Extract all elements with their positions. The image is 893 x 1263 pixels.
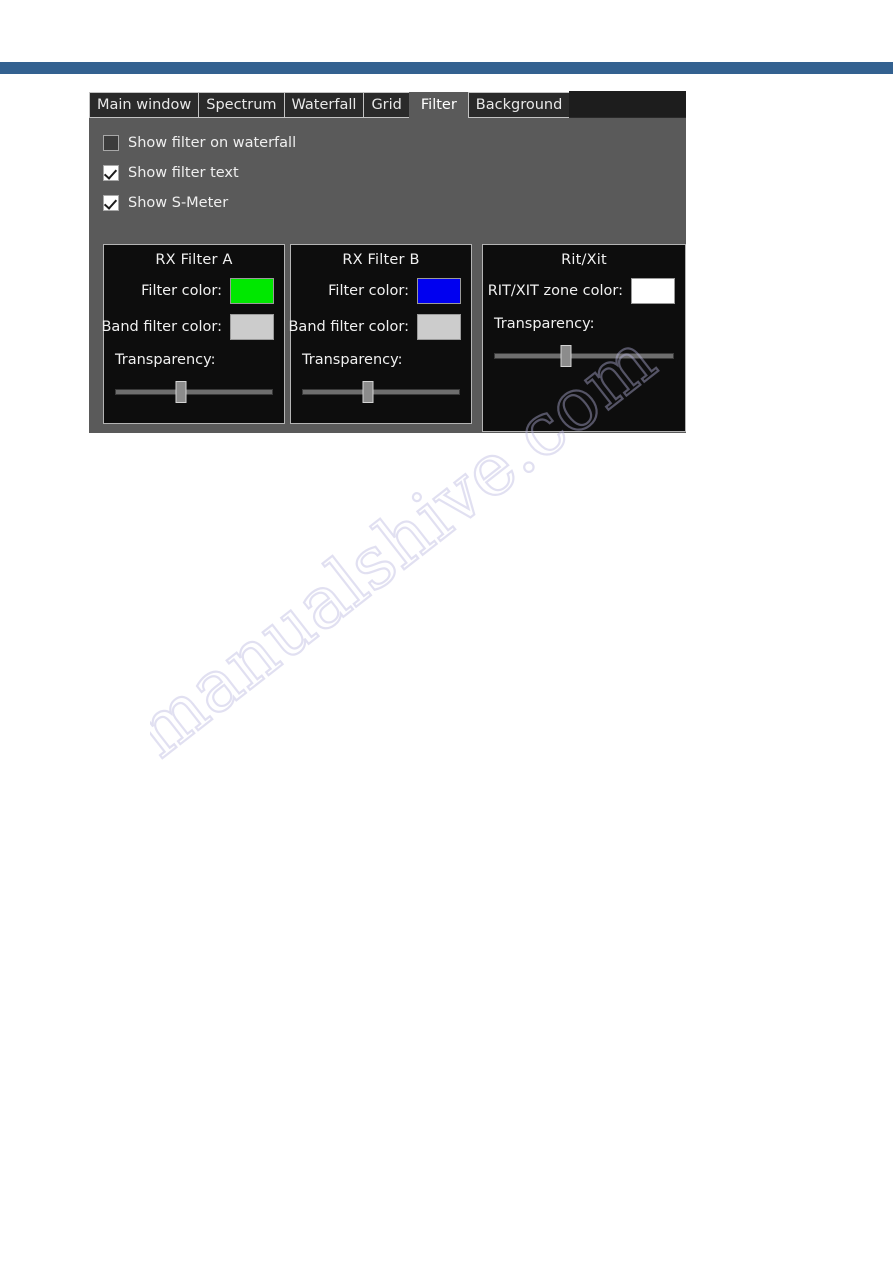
tab-filter[interactable]: Filter [408,92,469,118]
checkbox-show-s-meter-label: Show S-Meter [128,195,229,211]
rx-filter-a-transparency-slider[interactable] [115,381,273,403]
rx-filter-b-band-filter-color-row: Band filter color: [288,314,471,340]
header-rule [0,62,893,74]
rit-xit-transparency-slider-track [494,353,674,359]
checkbox-show-filter-on-waterfall-icon[interactable] [103,135,119,151]
checkbox-show-filter-text-label: Show filter text [128,165,239,181]
rit-xit-zone-color-label: RIT/XIT zone color: [487,283,623,299]
tab-bar-filler [569,91,686,118]
rx-filter-a-transparency-slider-handle[interactable] [175,381,187,403]
checkbox-row-show-filter-on-waterfall[interactable]: Show filter on waterfall [103,128,296,158]
rx-filter-a-transparency-slider-track [115,389,273,395]
group-rit-xit: Rit/Xit RIT/XIT zone color: Transparency… [482,244,686,432]
checkbox-row-show-filter-text[interactable]: Show filter text [103,158,296,188]
checkbox-row-show-s-meter[interactable]: Show S-Meter [103,188,296,218]
group-rx-filter-a: RX Filter A Filter color: Band filter co… [101,244,285,424]
rit-xit-transparency-label: Transparency: [494,316,595,332]
checkbox-show-filter-text-icon[interactable] [103,165,119,181]
tab-grid[interactable]: Grid [363,92,410,118]
rx-filter-a-filter-color-label: Filter color: [141,283,222,299]
tab-background[interactable]: Background [467,92,571,118]
group-rx-filter-a-title: RX Filter A [155,252,233,268]
rx-filter-a-filter-color-swatch[interactable] [230,278,274,304]
group-rx-filter-b-title: RX Filter B [342,252,420,268]
settings-tab-bar: Main window Spectrum Waterfall Grid Filt… [89,91,686,118]
rit-xit-transparency-slider[interactable] [494,345,674,367]
checkbox-show-filter-on-waterfall-label: Show filter on waterfall [128,135,297,151]
rx-filter-b-transparency-slider-handle[interactable] [362,381,374,403]
tab-spectrum[interactable]: Spectrum [198,92,285,118]
group-rx-filter-b: RX Filter B Filter color: Band filter co… [288,244,472,424]
rx-filter-b-transparency-slider-track [302,389,460,395]
rit-xit-zone-color-swatch[interactable] [631,278,675,304]
rx-filter-b-transparency-slider[interactable] [302,381,460,403]
rx-filter-a-band-filter-color-label: Band filter color: [101,319,222,335]
rx-filter-b-band-filter-color-swatch[interactable] [417,314,461,340]
checkbox-show-s-meter-icon[interactable] [103,195,119,211]
rx-filter-b-filter-color-label: Filter color: [328,283,409,299]
rx-filter-a-filter-color-row: Filter color: [104,278,284,304]
group-rit-xit-title: Rit/Xit [561,252,607,268]
filter-settings-dialog: Main window Spectrum Waterfall Grid Filt… [89,91,686,433]
rx-filter-b-filter-color-swatch[interactable] [417,278,461,304]
rx-filter-b-band-filter-color-label: Band filter color: [288,319,409,335]
tab-waterfall[interactable]: Waterfall [283,92,365,118]
rx-filter-b-filter-color-row: Filter color: [291,278,471,304]
filter-tab-pane: Show filter on waterfall Show filter tex… [89,118,686,433]
tab-main-window[interactable]: Main window [89,92,200,118]
rit-xit-transparency-slider-handle[interactable] [560,345,572,367]
rx-filter-a-transparency-label: Transparency: [115,352,216,368]
rx-filter-a-band-filter-color-swatch[interactable] [230,314,274,340]
filter-options-group: Show filter on waterfall Show filter tex… [103,128,296,218]
rit-xit-zone-color-row: RIT/XIT zone color: [483,278,685,304]
rx-filter-b-transparency-label: Transparency: [302,352,403,368]
rx-filter-a-band-filter-color-row: Band filter color: [101,314,284,340]
